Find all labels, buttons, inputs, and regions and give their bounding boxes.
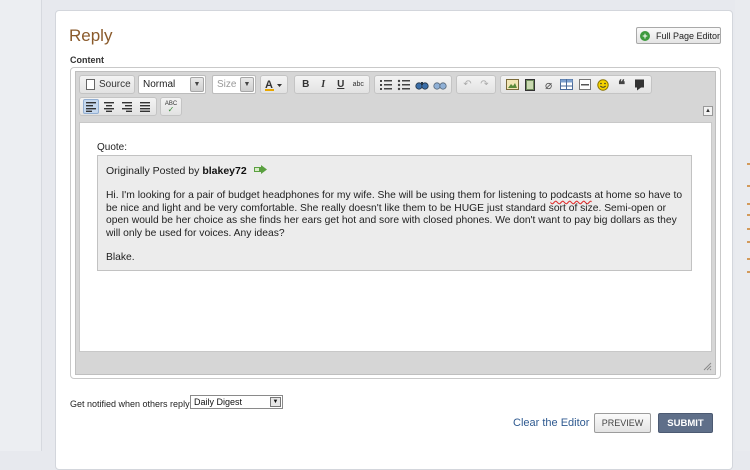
insert-group: ⌀ ❝	[500, 75, 652, 94]
table-icon[interactable]	[559, 77, 575, 92]
notify-label: Get notified when others reply?	[70, 399, 195, 409]
quote-author: blakey72	[202, 165, 247, 177]
comment-icon[interactable]	[632, 77, 648, 92]
color-group: A	[260, 75, 288, 94]
content-label: Content	[70, 55, 104, 65]
format-select[interactable]: Normal ▼	[138, 75, 206, 94]
resize-grip-icon[interactable]	[702, 361, 712, 371]
video-icon[interactable]	[522, 77, 538, 92]
strikethrough-icon[interactable]: abc	[351, 77, 367, 92]
source-button[interactable]: Source	[82, 79, 135, 90]
source-label: Source	[99, 79, 131, 90]
quote-text-part-1: Hi. I'm looking for a pair of budget hea…	[106, 190, 551, 201]
text-style-group: B I U abc	[294, 75, 370, 94]
smiley-icon[interactable]	[595, 77, 611, 92]
reply-title: Reply	[69, 26, 113, 45]
align-right-icon[interactable]	[119, 99, 135, 114]
attachment-icon[interactable]: ⌀	[541, 77, 557, 92]
image-icon[interactable]	[504, 77, 520, 92]
numbered-list-icon[interactable]	[378, 77, 394, 92]
notify-value: Daily Digest	[194, 397, 243, 407]
align-center-icon[interactable]	[101, 99, 117, 114]
italic-icon[interactable]: I	[316, 77, 332, 92]
justify-icon[interactable]	[137, 99, 153, 114]
replace-icon[interactable]	[432, 77, 448, 92]
bold-icon[interactable]: B	[298, 77, 314, 92]
align-group	[79, 97, 157, 116]
format-value: Normal	[143, 79, 176, 90]
quote-text: Hi. I'm looking for a pair of budget hea…	[106, 190, 690, 240]
source-doc-icon	[86, 79, 95, 90]
preview-button[interactable]: PREVIEW	[594, 413, 651, 433]
left-sidebar	[0, 0, 42, 451]
spellcheck-icon[interactable]: ABC ✓	[164, 99, 178, 114]
chevron-down-icon: ▼	[190, 77, 204, 92]
full-page-editor-button[interactable]: + Full Page Editor	[636, 27, 721, 44]
misspelled-word[interactable]: podcasts	[550, 190, 591, 201]
size-select[interactable]: Size ▼	[212, 75, 256, 94]
notify-select[interactable]: Daily Digest ▼	[190, 395, 283, 409]
right-sidebar-edge	[735, 0, 750, 451]
chevron-down-icon: ▼	[270, 397, 281, 407]
source-group: Source	[79, 75, 135, 94]
quote-label: Quote:	[97, 142, 128, 153]
submit-button[interactable]: SUBMIT	[658, 413, 713, 433]
collapse-toolbar-icon[interactable]: ▲	[703, 106, 713, 116]
redo-icon[interactable]: ↷	[477, 77, 492, 92]
list-group	[374, 75, 452, 94]
plus-icon: +	[640, 30, 650, 41]
originally-posted-by-text: Originally Posted by	[106, 165, 200, 177]
history-group: ↶ ↷	[456, 75, 496, 94]
text-color-icon[interactable]: A	[264, 77, 284, 92]
size-placeholder: Size	[217, 79, 237, 90]
align-left-icon[interactable]	[83, 99, 100, 114]
quote-signature: Blake.	[106, 252, 135, 263]
find-icon[interactable]	[414, 77, 430, 92]
clear-editor-link[interactable]: Clear the Editor	[513, 417, 589, 429]
horizontal-rule-icon[interactable]	[577, 77, 593, 92]
spellcheck-group: ABC ✓	[160, 97, 182, 116]
chevron-down-icon: ▼	[240, 77, 254, 92]
full-page-editor-label: Full Page Editor	[655, 30, 720, 41]
view-post-icon[interactable]	[253, 165, 268, 174]
quote-icon[interactable]: ❝	[614, 77, 630, 92]
bulleted-list-icon[interactable]	[396, 77, 412, 92]
undo-icon[interactable]: ↶	[460, 77, 475, 92]
quote-attribution: Originally Posted by blakey72	[106, 165, 268, 177]
underline-icon[interactable]: U	[333, 77, 349, 92]
